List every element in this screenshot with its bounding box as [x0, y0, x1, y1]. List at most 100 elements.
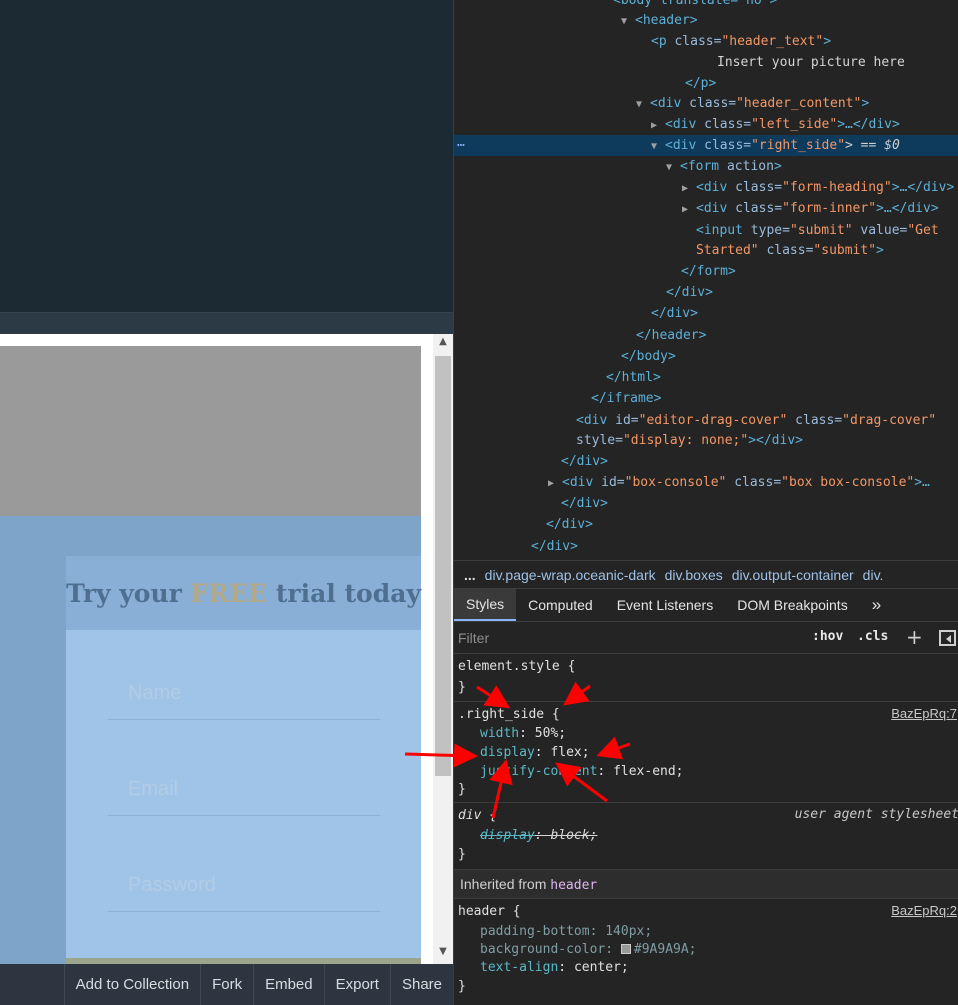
element-style-rule[interactable]: element.style { } — [454, 654, 958, 702]
tab-styles[interactable]: Styles — [454, 589, 517, 621]
dom-node-header-content[interactable]: ▼ <div class="header_content"> — [636, 93, 869, 114]
user-agent-div-rule[interactable]: div { user agent stylesheet display: blo… — [454, 803, 958, 870]
breadcrumb-item[interactable]: div.boxes — [665, 567, 723, 583]
tag-text: > — [861, 96, 870, 111]
color-swatch-icon[interactable] — [620, 944, 631, 954]
styles-tabbar: Styles Computed Event Listeners DOM Brea… — [454, 588, 958, 622]
collapsed-triangle-icon[interactable]: ▶ — [682, 178, 696, 199]
css-property[interactable]: display: flex; — [480, 744, 590, 762]
css-property[interactable]: text-align: center; — [480, 959, 629, 977]
tag-text: <p — [651, 34, 675, 49]
scroll-down-arrow-icon[interactable]: ▼ — [433, 946, 453, 962]
rule-close-brace: } — [458, 680, 466, 695]
css-property[interactable]: width: 50%; — [480, 725, 566, 743]
dom-node-input[interactable]: <input type="submit" value="Get — [696, 220, 939, 241]
dom-node-form-inner[interactable]: ▶ <div class="form-inner">…</div> — [682, 198, 939, 219]
collapsed-triangle-icon[interactable]: ▶ — [548, 473, 562, 494]
rule-selector: header { — [458, 904, 521, 919]
css-property-inherited[interactable]: padding-bottom: 140px; — [480, 923, 652, 941]
dom-node-form-heading[interactable]: ▶ <div class="form-heading">…</div> — [682, 177, 954, 198]
preview-scrollbar[interactable]: ▲ ▼ — [433, 334, 453, 964]
breadcrumb-item[interactable]: div. — [863, 567, 884, 583]
cls-toggle[interactable]: .cls — [857, 629, 888, 644]
fork-button[interactable]: Fork — [200, 964, 253, 1005]
property-value: 50%; — [534, 726, 567, 741]
expanded-triangle-icon[interactable]: ▼ — [666, 157, 680, 178]
attr-value: Started" — [696, 243, 759, 258]
tag-text: </p> — [685, 76, 717, 91]
breadcrumb-item[interactable]: div.output-container — [732, 567, 854, 583]
expanded-triangle-icon[interactable]: ▼ — [621, 11, 635, 32]
stylesheet-link[interactable]: BazEpRq:7 — [891, 706, 957, 721]
property-name: display — [480, 828, 535, 843]
tag-text: > == $0 — [845, 138, 900, 153]
rule-selector: .right_side { — [458, 707, 560, 722]
tag-text: <div — [562, 475, 602, 490]
new-style-rule-icon[interactable]: + — [906, 625, 923, 649]
attr-value: "submit" — [789, 223, 853, 238]
inherited-tag-link[interactable]: header — [550, 878, 597, 893]
tag-text: > — [876, 243, 884, 258]
property-value: 140px; — [605, 924, 653, 939]
embed-button[interactable]: Embed — [253, 964, 324, 1005]
email-input[interactable]: Email — [108, 768, 380, 816]
pane-resize-handle[interactable] — [0, 312, 453, 334]
property-value: center; — [573, 960, 629, 975]
dom-node-left-side[interactable]: ▶ <div class="left_side">…</div> — [651, 114, 900, 135]
tag-text: > — [823, 34, 832, 49]
dom-node-box-console[interactable]: ▶ <div id="box-console" class="box box-co… — [548, 472, 930, 493]
inherited-from-header: Inherited from header — [454, 870, 958, 899]
scroll-up-arrow-icon[interactable]: ▲ — [433, 336, 453, 352]
css-property-inherited[interactable]: background-color: #9A9A9A; — [480, 941, 697, 959]
dom-node-input-cont[interactable]: Started" class="submit"> — [696, 240, 884, 261]
tab-event-listeners[interactable]: Event Listeners — [605, 589, 726, 621]
dom-node-p[interactable]: <p class="header_text"> — [651, 31, 831, 52]
attr-name: action — [726, 159, 774, 174]
name-input[interactable]: Name — [108, 672, 380, 720]
export-button[interactable]: Export — [323, 964, 390, 1005]
tag-text: </div> — [561, 496, 608, 511]
dom-node-right-side-selected[interactable]: ▼ <div class="right_side"> == $0 — [454, 135, 958, 156]
hov-toggle[interactable]: :hov — [812, 629, 843, 644]
share-button[interactable]: Share — [389, 964, 453, 1005]
inherited-label: Inherited from — [460, 876, 551, 892]
css-property-overridden[interactable]: display: block; — [480, 827, 597, 845]
attr-name: id= — [601, 475, 625, 490]
dom-node-header[interactable]: ▼ <header> — [621, 10, 698, 31]
breadcrumb: ... div.page-wrap.oceanic-dark div.boxes… — [454, 560, 958, 588]
dom-node-drag-cover[interactable]: <div id="editor-drag-cover" class="drag-… — [576, 410, 936, 431]
more-options-icon[interactable]: … — [457, 135, 465, 150]
add-to-collection-button[interactable]: Add to Collection — [63, 964, 200, 1005]
user-agent-stylesheet-label: user agent stylesheet — [794, 807, 958, 822]
expanded-triangle-icon[interactable]: ▼ — [636, 94, 650, 115]
collapsed-triangle-icon[interactable]: ▶ — [682, 199, 696, 220]
tag-text: </div> — [561, 454, 608, 469]
css-property[interactable]: justify-content: flex-end; — [480, 763, 684, 781]
toggle-sidebar-icon[interactable] — [939, 630, 956, 646]
editor-pane[interactable] — [0, 0, 453, 312]
tab-dom-breakpoints[interactable]: DOM Breakpoints — [725, 589, 859, 621]
tag-text: </html> — [606, 370, 661, 385]
tag-text: <body translate="no"> — [613, 0, 778, 8]
dom-node-drag-cover-cont[interactable]: style="display: none;"></div> — [576, 430, 803, 451]
breadcrumb-item[interactable]: div.page-wrap.oceanic-dark — [485, 567, 656, 583]
attr-name: class= — [735, 180, 783, 195]
attr-value: "right_side" — [751, 138, 846, 153]
password-input[interactable]: Password — [108, 864, 380, 912]
header-rule[interactable]: header { BazEpRq:2 padding-bottom: 140px… — [454, 899, 958, 1005]
scrollbar-thumb[interactable] — [435, 356, 451, 776]
right-side-rule[interactable]: .right_side { BazEpRq:7 width: 50%; disp… — [454, 702, 958, 803]
attr-name: style= — [576, 433, 623, 448]
attr-value: "header_text" — [721, 34, 824, 49]
tag-text: >…</div> — [837, 117, 900, 132]
dom-text-node[interactable]: Insert your picture here — [717, 52, 905, 73]
collapsed-triangle-icon[interactable]: ▶ — [651, 115, 665, 136]
breadcrumb-more[interactable]: ... — [464, 567, 476, 583]
stylesheet-link[interactable]: BazEpRq:2 — [891, 903, 957, 918]
tab-computed[interactable]: Computed — [516, 589, 605, 621]
expanded-triangle-icon[interactable]: ▼ — [651, 136, 665, 157]
more-tabs-chevron-icon[interactable]: » — [860, 589, 893, 621]
property-name: text-align — [480, 960, 559, 975]
dom-node-form[interactable]: ▼ <form action> — [666, 156, 782, 177]
filter-input[interactable] — [458, 626, 788, 650]
